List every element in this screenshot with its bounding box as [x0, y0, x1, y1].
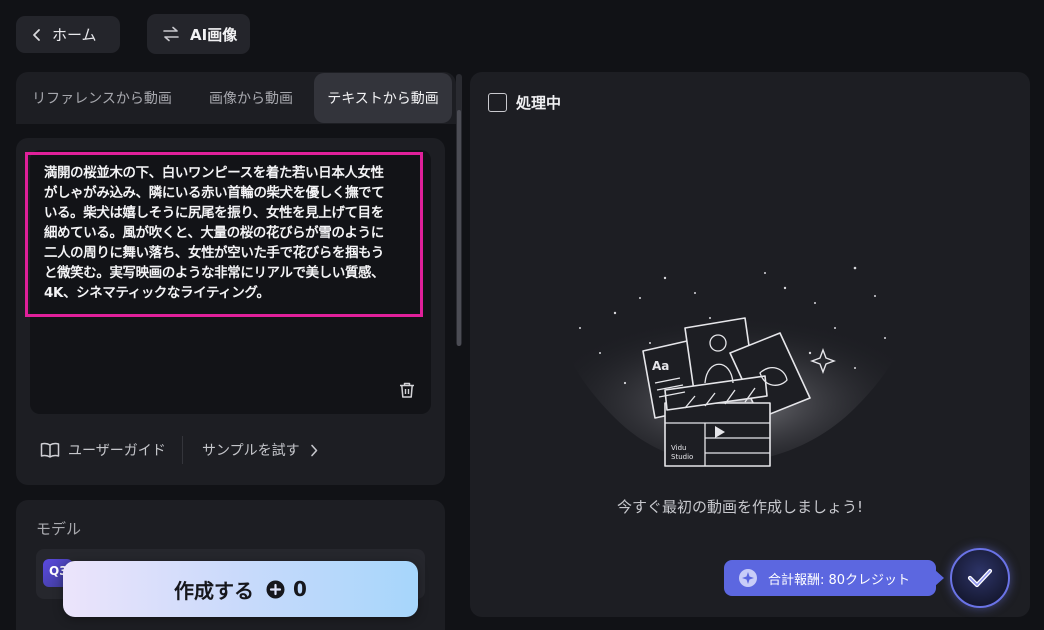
- prompt-highlight-frame: [25, 152, 423, 317]
- mode-tabs: リファレンスから動画 画像から動画 テキストから動画: [16, 72, 456, 124]
- home-button[interactable]: ホーム: [16, 16, 120, 53]
- ai-image-switch-label: AI画像: [190, 25, 238, 44]
- illustration-vidu-text: Vidu: [671, 444, 686, 452]
- reward-badge-tail: [935, 570, 944, 586]
- ai-image-switch-button[interactable]: AI画像: [147, 14, 250, 54]
- user-guide-label: ユーザーガイド: [68, 443, 166, 459]
- empty-state-message: 今すぐ最初の動画を作成しましょう!: [616, 498, 863, 516]
- check-icon: [967, 568, 993, 588]
- create-cost: 0: [293, 577, 307, 601]
- tab-label: 画像から動画: [209, 91, 293, 107]
- empty-state-illustration: Aa Vidu Studio: [555, 266, 915, 467]
- left-panel-scrollbar-thumb[interactable]: [457, 110, 461, 346]
- link-divider: [182, 436, 183, 464]
- illustration-studio-text: Studio: [671, 453, 693, 461]
- app-root: ホーム AI画像 リファレンスから動画 画像から動画 テキストから動画 満開の桜…: [0, 0, 1044, 630]
- create-button-label: 作成する: [174, 578, 255, 603]
- book-icon: [40, 442, 60, 458]
- sparkle-icon: [739, 569, 757, 587]
- tab-text-to-video[interactable]: テキストから動画: [314, 73, 452, 123]
- reward-badge[interactable]: 合計報酬: 80クレジット: [724, 560, 936, 596]
- illustration-aa-text: Aa: [652, 359, 669, 373]
- try-sample-link[interactable]: サンプルを試す: [202, 438, 318, 462]
- create-button[interactable]: 作成する 0: [63, 561, 418, 617]
- reward-claim-button[interactable]: [950, 548, 1010, 608]
- tab-label: リファレンスから動画: [32, 91, 172, 107]
- processing-label: 処理中: [516, 94, 562, 112]
- tab-label: テキストから動画: [327, 91, 439, 107]
- try-sample-label: サンプルを試す: [202, 443, 300, 459]
- plus-circle-icon: [266, 580, 285, 598]
- tab-reference-to-video[interactable]: リファレンスから動画: [16, 72, 188, 124]
- chevron-left-icon: [33, 28, 40, 41]
- home-button-label: ホーム: [52, 26, 97, 44]
- tab-image-to-video[interactable]: 画像から動画: [188, 72, 314, 124]
- chevron-right-icon: [310, 444, 317, 456]
- reward-label: 合計報酬: 80クレジット: [768, 572, 911, 588]
- model-label: モデル: [36, 520, 82, 538]
- swap-arrows-icon: [163, 26, 179, 42]
- processing-checkbox[interactable]: [488, 93, 507, 112]
- user-guide-link[interactable]: ユーザーガイド: [40, 438, 166, 462]
- trash-icon[interactable]: [398, 381, 416, 399]
